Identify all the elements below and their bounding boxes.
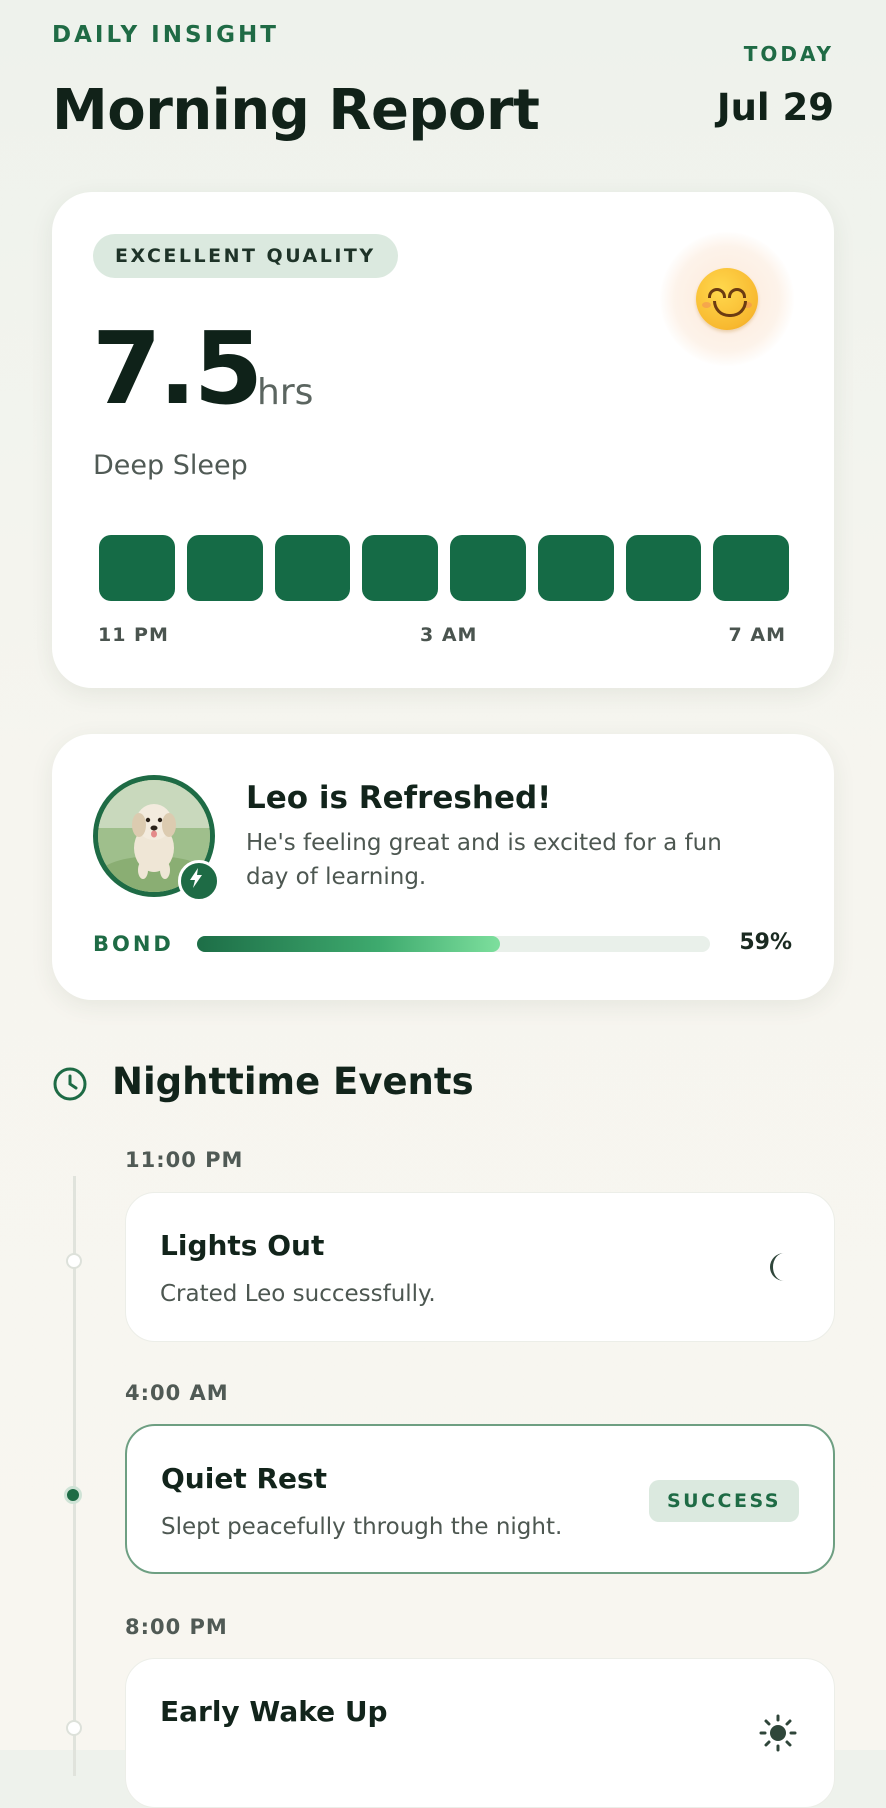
- event-time: 4:00 AM: [125, 1381, 229, 1405]
- bond-percent: 59%: [739, 930, 792, 955]
- timeline-dot: [66, 1720, 82, 1736]
- sleep-block: [362, 535, 438, 601]
- smiling-face-icon: [696, 268, 758, 330]
- bond-progress-fill: [197, 936, 500, 952]
- event-card-early-wake-up[interactable]: Early Wake Up: [125, 1658, 835, 1808]
- sleep-type-label: Deep Sleep: [93, 450, 248, 481]
- bond-label: BOND: [93, 932, 174, 956]
- event-title: Early Wake Up: [160, 1695, 388, 1728]
- tick-start: 11 PM: [98, 624, 169, 646]
- sleep-hours-unit: hrs: [257, 372, 314, 413]
- bolt-icon: [178, 860, 220, 902]
- sleep-summary-card[interactable]: EXCELLENT QUALITY 7.5 hrs Deep Sleep 11 …: [52, 192, 834, 688]
- sleep-block: [99, 535, 175, 601]
- tick-middle: 3 AM: [420, 624, 478, 646]
- sleep-block: [625, 535, 702, 601]
- sleep-block: [450, 535, 526, 601]
- event-subtitle: Crated Leo successfully.: [160, 1281, 436, 1307]
- eyebrow-label: DAILY INSIGHT: [52, 22, 279, 48]
- sun-icon: [759, 1714, 797, 1752]
- timeline-dot-active: [64, 1486, 82, 1504]
- pet-status-card[interactable]: Leo is Refreshed! He's feeling great and…: [52, 734, 834, 1000]
- tick-end: 7 AM: [728, 624, 786, 646]
- event-title: Quiet Rest: [161, 1462, 328, 1495]
- pet-status-description: He's feeling great and is excited for a …: [246, 830, 722, 890]
- timeline-dot: [66, 1253, 82, 1269]
- event-card-lights-out[interactable]: Lights Out Crated Leo successfully.: [125, 1192, 835, 1342]
- event-title: Lights Out: [160, 1229, 325, 1262]
- event-subtitle: Slept peacefully through the night.: [161, 1514, 563, 1540]
- header: DAILY INSIGHT Morning Report TODAY Jul 2…: [52, 18, 834, 143]
- sleep-block: [186, 535, 263, 601]
- page-title: Morning Report: [52, 78, 540, 143]
- moon-icon: [770, 1253, 784, 1281]
- sleep-block: [713, 535, 789, 601]
- section-title-events: Nighttime Events: [112, 1060, 474, 1103]
- event-time: 8:00 PM: [125, 1615, 228, 1639]
- event-time: 11:00 PM: [125, 1148, 244, 1172]
- clock-icon: [53, 1067, 87, 1101]
- sleep-timeline-blocks: [99, 535, 789, 601]
- sleep-hours-value: 7.5: [92, 310, 263, 427]
- quality-badge: EXCELLENT QUALITY: [93, 234, 398, 278]
- status-badge: SUCCESS: [649, 1480, 799, 1522]
- pet-status-title: Leo is Refreshed!: [246, 780, 552, 816]
- today-date[interactable]: Jul 29: [717, 86, 834, 129]
- mood-indicator: [660, 232, 794, 366]
- event-card-quiet-rest[interactable]: Quiet Rest Slept peacefully through the …: [125, 1424, 835, 1574]
- sleep-block: [537, 535, 614, 601]
- sleep-block: [274, 535, 351, 601]
- bond-progress-bar: [197, 936, 710, 952]
- today-label: TODAY: [743, 42, 834, 66]
